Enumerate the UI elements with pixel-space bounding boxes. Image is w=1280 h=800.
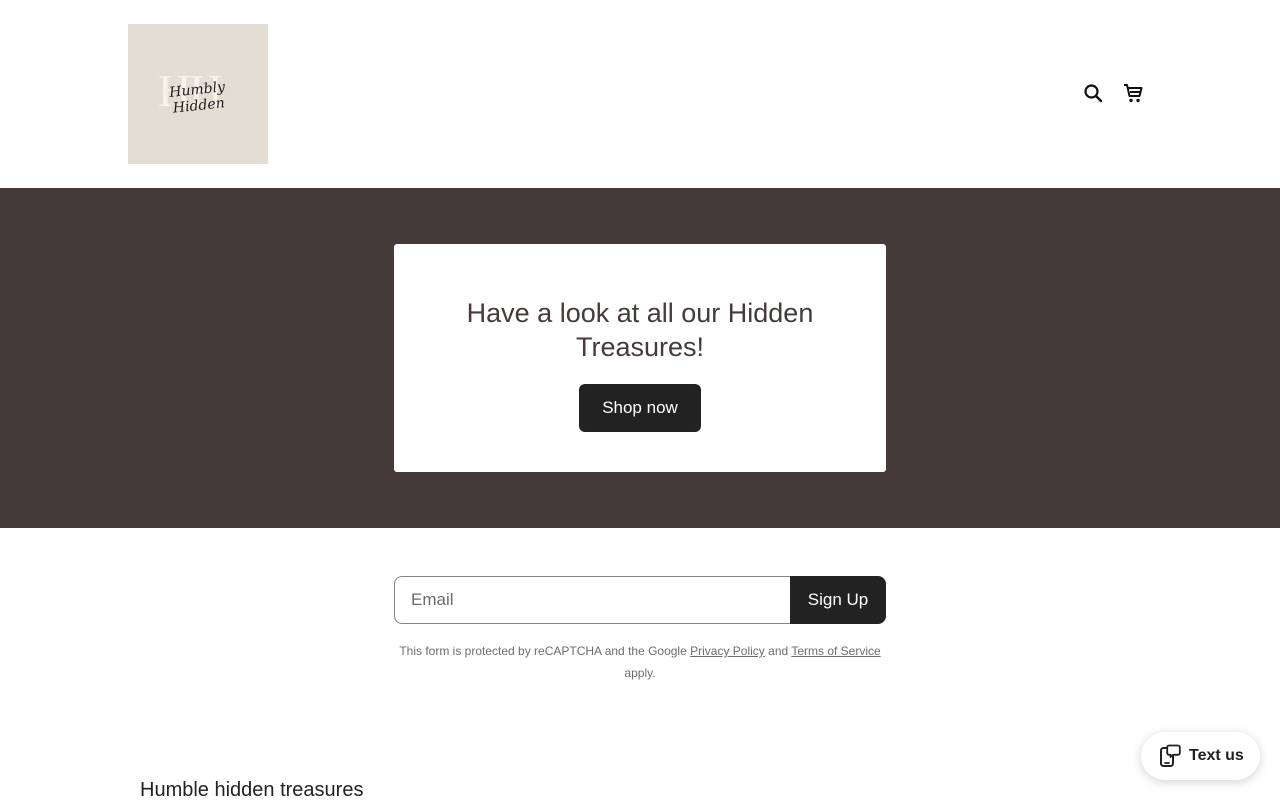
recaptcha-notice: This form is protected by reCAPTCHA and … [394, 640, 886, 684]
site-header: HH Humbly Hidden [0, 0, 1280, 188]
hero-banner: Have a look at all our Hidden Treasures!… [0, 188, 1280, 528]
legal-and: and [768, 644, 789, 658]
shop-now-button[interactable]: Shop now [579, 384, 701, 432]
banner-card: Have a look at all our Hidden Treasures!… [394, 244, 886, 472]
newsletter-form: Sign Up [394, 576, 886, 624]
text-us-label: Text us [1189, 747, 1244, 764]
sign-up-button[interactable]: Sign Up [790, 576, 886, 624]
terms-of-service-link[interactable]: Terms of Service [791, 644, 880, 658]
cart-button[interactable] [1120, 80, 1146, 106]
text-us-button[interactable]: Text us [1141, 732, 1260, 780]
store-logo[interactable]: HH Humbly Hidden [128, 24, 268, 164]
legal-suffix: apply. [624, 666, 656, 680]
email-input[interactable] [394, 576, 790, 624]
phone-chat-icon [1160, 744, 1181, 767]
privacy-policy-link[interactable]: Privacy Policy [690, 644, 765, 658]
banner-heading: Have a look at all our Hidden Treasures! [466, 298, 814, 362]
search-button[interactable] [1080, 80, 1106, 106]
legal-prefix: This form is protected by reCAPTCHA and … [399, 644, 687, 658]
search-icon [1084, 84, 1103, 103]
section-title: Humble hidden treasures [140, 779, 364, 800]
cart-icon [1124, 84, 1143, 103]
